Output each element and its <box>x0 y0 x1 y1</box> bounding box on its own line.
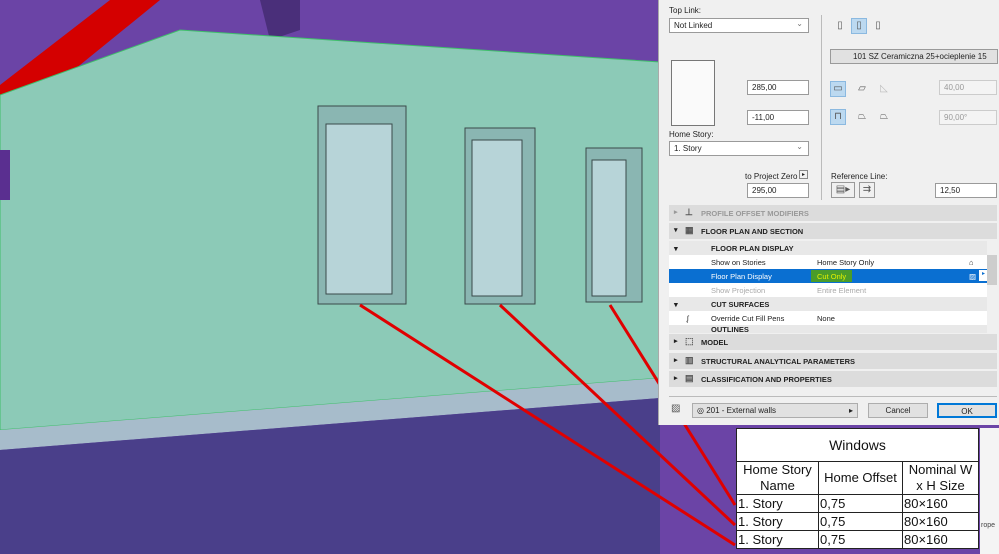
section-structural-analytical[interactable]: ▸ ▥ STRUCTURAL ANALYTICAL PARAMETERS <box>669 353 997 369</box>
cell: 0,75 <box>818 512 903 531</box>
top-link-select[interactable]: Not Linked <box>669 18 809 33</box>
background-panel: rope <box>980 428 999 554</box>
section-floor-plan-and-section[interactable]: ▾ ▦ FLOOR PLAN AND SECTION <box>669 223 997 239</box>
schedule-title: Windows <box>736 428 979 462</box>
wall-height-diagram <box>671 60 715 126</box>
scrollbar[interactable] <box>987 241 997 333</box>
trapezoid-wall-icon[interactable]: ▱ <box>854 81 870 97</box>
cell: 0,75 <box>818 530 903 549</box>
cell: 80×160 <box>902 530 979 549</box>
project-zero-field[interactable]: 295,00 <box>747 183 809 198</box>
cut-surfaces-header[interactable]: ▾ CUT SURFACES <box>669 297 987 311</box>
ok-button[interactable]: OK <box>937 403 997 418</box>
cell: 1. Story <box>736 494 819 513</box>
bottom-offset-field[interactable]: -11,00 <box>747 110 809 125</box>
section-model[interactable]: ▸ ⬚ MODEL <box>669 334 997 350</box>
straight-wall-icon[interactable]: ▭ <box>830 81 846 97</box>
property-row[interactable]: Show on Stories Home Story Only ⌂ <box>669 255 987 269</box>
floor-plan-display-header[interactable]: ▾ FLOOR PLAN DISPLAY <box>669 241 987 255</box>
project-zero-arrow-button[interactable]: ▸ <box>799 170 808 179</box>
wall-geometry-straight-icon[interactable]: ▯ <box>832 18 848 34</box>
cell: 80×160 <box>902 512 979 531</box>
flip-reference-button[interactable]: ⇉ <box>859 182 875 198</box>
table-row: 1. Story 0,75 80×160 <box>736 512 979 531</box>
divider <box>669 396 997 397</box>
wall-settings-dialog: Top Link: Not Linked 285,00 -11,00 Home … <box>658 0 999 425</box>
property-row-selected[interactable]: Floor Plan Display Cut Only ▨ ▸ <box>669 269 988 283</box>
cancel-button[interactable]: Cancel <box>868 403 928 418</box>
column-header: Home Story Name <box>736 461 819 495</box>
to-project-zero-label: to Project Zero <box>745 172 798 181</box>
reference-offset-field[interactable]: 12,50 <box>935 183 997 198</box>
cell: 80×160 <box>902 494 979 513</box>
cell: 1. Story <box>736 512 819 531</box>
reference-line-location-button[interactable]: ▤▸ <box>831 182 855 198</box>
cut-fill-icon: ᶘ <box>687 314 689 323</box>
section-classification[interactable]: ▸ ▤ CLASSIFICATION AND PROPERTIES <box>669 371 997 387</box>
cell: 1. Story <box>736 530 819 549</box>
divider <box>821 15 822 200</box>
column-header: Nominal W x H Size <box>902 461 979 495</box>
layer-select[interactable]: ◎ 201 - External walls ▸ <box>692 403 858 418</box>
polygonal-wall-icon[interactable]: ◺ <box>876 81 892 97</box>
angle-field[interactable]: 90,00° <box>939 110 997 125</box>
thickness-field[interactable]: 40,00 <box>939 80 997 95</box>
wall-height-field[interactable]: 285,00 <box>747 80 809 95</box>
display-icon: ▨ <box>969 272 977 281</box>
slanted-wall-icon[interactable]: ⏢ <box>854 109 870 125</box>
table-row: 1. Story 0,75 80×160 <box>736 530 979 549</box>
property-row[interactable]: Show Projection Entire Element <box>669 283 987 297</box>
reference-line-label: Reference Line: <box>831 172 888 181</box>
outlines-header[interactable]: OUTLINES <box>669 325 987 333</box>
vertical-wall-icon[interactable]: ⊓ <box>830 109 846 125</box>
home-story-select[interactable]: 1. Story <box>669 141 809 156</box>
section-profile-offset-modifiers[interactable]: ▸ ⊥ PROFILE OFFSET MODIFIERS <box>669 205 997 221</box>
windows-schedule: Windows Home Story Name Home Offset Nomi… <box>736 428 979 549</box>
wall-geometry-profile-icon[interactable]: ▯ <box>870 18 886 34</box>
cell: 0,75 <box>818 494 903 513</box>
wall-geometry-composite-icon[interactable]: ▯ <box>851 18 867 34</box>
panel-text: rope <box>981 522 996 529</box>
home-story-label: Home Story: <box>669 130 714 139</box>
layer-icon: ▨ <box>671 403 681 414</box>
column-header: Home Offset <box>818 461 903 495</box>
top-link-label: Top Link: <box>669 6 702 15</box>
composite-select[interactable]: 101 SZ Ceramiczna 25+ocieplenie 15 <box>830 49 998 64</box>
opening <box>0 150 10 200</box>
table-row: 1. Story 0,75 80×160 <box>736 494 979 513</box>
property-row[interactable]: ᶘ Override Cut Fill Pens None <box>669 311 987 325</box>
stories-icon: ⌂ <box>969 258 974 267</box>
double-slanted-wall-icon[interactable]: ⏢ <box>876 109 892 125</box>
